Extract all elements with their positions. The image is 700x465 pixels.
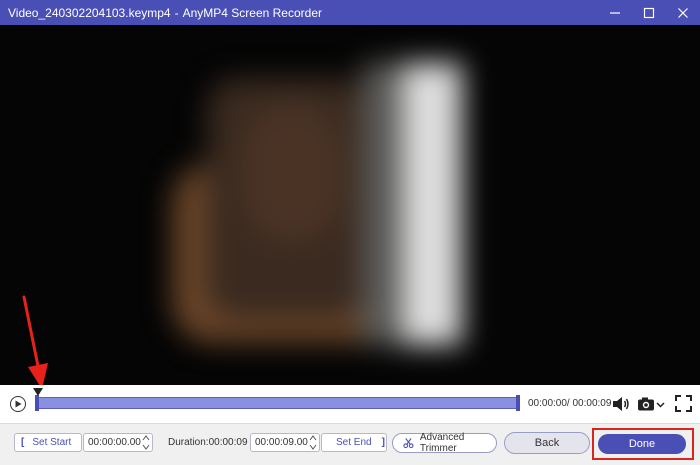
app-name: AnyMP4 Screen Recorder [182,5,322,20]
duration-text: Duration:00:00:09 [168,437,248,448]
fullscreen-icon[interactable] [675,395,692,412]
trimmer-icon [403,438,414,449]
chevron-up-icon[interactable] [142,435,150,441]
start-time-field[interactable]: 00:00:00.00 [83,433,153,452]
done-button[interactable]: Done [598,434,686,454]
camera-icon[interactable] [637,396,667,412]
annotation-arrow [22,295,48,385]
maximize-button[interactable] [632,0,666,25]
chevron-up-icon[interactable] [309,435,317,441]
title-bar: Video_240302204103.keymp4- AnyMP4 Screen … [0,0,700,25]
set-start-button[interactable]: [ Set Start [14,433,82,452]
start-time-stepper[interactable] [142,435,150,450]
minimize-button[interactable] [598,0,632,25]
video-preview[interactable] [0,25,700,385]
window-title: Video_240302204103.keymp4- AnyMP4 Screen … [0,6,322,20]
video-frame [172,63,492,345]
timeline-row: 00:00:00/ 00:00:09 [0,385,700,423]
playhead[interactable] [33,388,43,398]
done-label: Done [628,438,656,450]
end-time-stepper[interactable] [309,435,317,450]
done-highlight-box: Done [592,428,694,460]
set-end-label: Set End [336,437,372,448]
set-end-button[interactable]: Set End ] [321,433,387,452]
bracket-close: ] [381,437,385,448]
time-readout: 00:00:00/ 00:00:09 [528,398,612,409]
volume-icon[interactable] [612,396,630,412]
play-button[interactable] [10,396,26,412]
back-button[interactable]: Back [504,432,590,454]
end-time-field[interactable]: 00:00:09.00 [250,433,320,452]
trim-controls: [ Set Start 00:00:00.00 Duration:00:00:0… [0,423,700,465]
back-label: Back [534,437,560,449]
play-icon [15,400,22,408]
timeline-track[interactable] [37,397,519,409]
file-name: Video_240302204103.keymp4 [8,5,171,20]
set-start-label: Set Start [32,437,72,448]
chevron-down-icon[interactable] [142,444,150,450]
advanced-trimmer-button[interactable]: Advanced Trimmer [392,432,497,454]
bracket-open: [ [21,437,25,448]
title-separator: - [174,5,179,20]
advanced-trimmer-label: Advanced Trimmer [419,432,465,454]
end-time-value: 00:00:09.00 [255,437,308,448]
maximize-icon [643,7,655,18]
close-button[interactable] [666,0,700,25]
close-icon [678,7,688,18]
chevron-down-icon[interactable] [309,444,317,450]
trim-end-handle[interactable] [516,395,520,411]
minimize-icon [610,11,620,14]
start-time-value: 00:00:00.00 [88,437,141,448]
